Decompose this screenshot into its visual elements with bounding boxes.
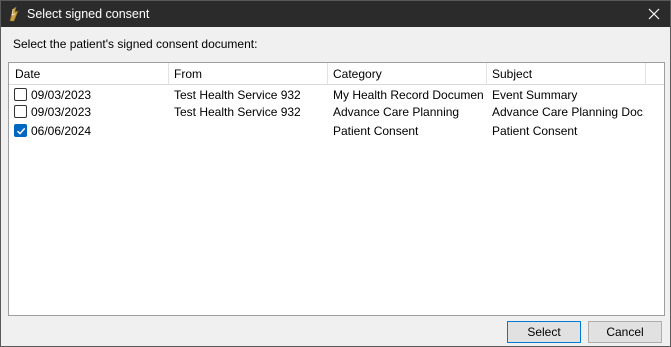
- cell-category: Advance Care Planning: [333, 105, 460, 119]
- window-title: Select signed consent: [27, 7, 150, 21]
- cell-subject: Advance Care Planning Doc...: [492, 105, 644, 119]
- app-icon: [7, 6, 21, 22]
- cell-date: 09/03/2023: [31, 88, 92, 102]
- list-header: Date From Category Subject: [9, 63, 664, 85]
- checkmark-icon: [16, 127, 26, 135]
- column-separator[interactable]: [645, 63, 646, 85]
- cell-from: [174, 122, 324, 140]
- cell-from: Test Health Service 932: [174, 105, 301, 119]
- cell-date: 06/06/2024: [31, 124, 92, 138]
- row-checkbox[interactable]: [14, 124, 27, 137]
- row-checkbox[interactable]: [14, 105, 27, 118]
- instruction-text: Select the patient's signed consent docu…: [13, 37, 258, 51]
- table-row[interactable]: 09/03/2023 Test Health Service 932 Advan…: [9, 103, 664, 121]
- close-icon: [648, 8, 660, 20]
- documents-list[interactable]: Date From Category Subject 09/03/2023 Te…: [8, 62, 665, 316]
- cell-from: Test Health Service 932: [174, 88, 301, 102]
- cell-category: My Health Record Document: [333, 88, 483, 102]
- column-header-category[interactable]: Category: [327, 63, 486, 85]
- cell-subject: Event Summary: [492, 88, 578, 102]
- table-row[interactable]: 06/06/2024 Patient Consent Patient Conse…: [9, 122, 664, 140]
- cell-subject: Patient Consent: [492, 124, 578, 138]
- table-row[interactable]: 09/03/2023 Test Health Service 932 My He…: [9, 86, 664, 104]
- close-button[interactable]: [638, 1, 670, 27]
- cancel-button[interactable]: Cancel: [588, 321, 662, 343]
- column-header-subject[interactable]: Subject: [486, 63, 645, 85]
- cell-category: Patient Consent: [333, 124, 419, 138]
- select-button[interactable]: Select: [507, 321, 581, 343]
- column-header-from[interactable]: From: [168, 63, 327, 85]
- title-bar[interactable]: Select signed consent: [1, 1, 670, 27]
- cell-date: 09/03/2023: [31, 105, 92, 119]
- dialog-window: Select signed consent Select the patient…: [0, 0, 671, 347]
- column-header-date[interactable]: Date: [9, 63, 168, 85]
- row-checkbox[interactable]: [14, 88, 27, 101]
